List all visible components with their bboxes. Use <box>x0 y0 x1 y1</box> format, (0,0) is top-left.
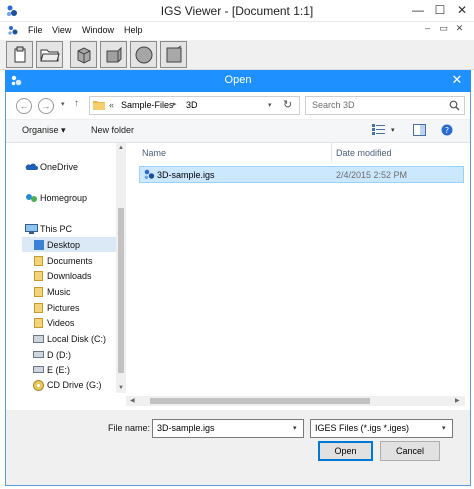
preview-pane-icon[interactable] <box>413 124 426 136</box>
view-plane-button[interactable] <box>160 41 187 68</box>
file-type-dropdown-icon[interactable]: ▾ <box>442 424 446 432</box>
scroll-up-icon[interactable]: ▲ <box>118 145 124 151</box>
dialog-title: Open <box>224 74 252 86</box>
nav-drive-d[interactable]: D (D:) <box>47 350 71 360</box>
organise-button[interactable]: Organise ▾ <box>22 125 66 136</box>
main-window-title: IGS Viewer - [Document 1:1] <box>160 4 314 18</box>
back-arrow-icon[interactable]: ← <box>16 98 32 114</box>
nav-onedrive[interactable]: OneDrive <box>40 162 78 172</box>
nav-homegroup[interactable]: Homegroup <box>40 193 87 203</box>
menu-file[interactable]: File <box>28 25 43 35</box>
nav-this-pc[interactable]: This PC <box>40 224 72 234</box>
breadcrumb-3d[interactable]: 3D <box>186 100 198 110</box>
refresh-icon[interactable]: ↻ <box>283 98 292 111</box>
up-arrow-icon[interactable]: ↑ <box>74 98 79 109</box>
menu-window[interactable]: Window <box>82 25 114 35</box>
nav-pictures[interactable]: Pictures <box>47 303 80 313</box>
drive-d-icon <box>33 351 44 358</box>
help-icon[interactable]: ? <box>441 124 453 136</box>
scroll-left-icon[interactable]: ◀ <box>130 397 135 404</box>
new-folder-button[interactable]: New folder <box>91 125 134 135</box>
nav-music[interactable]: Music <box>47 287 71 297</box>
breadcrumb-sample-files[interactable]: Sample-Files <box>121 100 174 110</box>
mdi-close-button[interactable]: ✕ <box>454 23 465 34</box>
igs-file-icon <box>144 169 155 179</box>
address-dropdown-icon[interactable]: ▾ <box>268 101 272 109</box>
nav-videos[interactable]: Videos <box>47 318 74 328</box>
file-list-scroll-thumb[interactable] <box>150 398 370 404</box>
cd-drive-icon <box>33 380 44 391</box>
view-dropdown-icon[interactable]: ▾ <box>391 126 395 134</box>
minimize-button[interactable]: — <box>411 3 425 17</box>
cube-icon <box>77 46 90 64</box>
cancel-button[interactable]: Cancel <box>380 441 440 461</box>
column-separator[interactable] <box>331 143 332 162</box>
nav-cd-drive-g[interactable]: CD Drive (G:) <box>47 380 102 390</box>
file-date-cell: 2/4/2015 2:52 PM <box>336 170 408 180</box>
recent-locations-chevron-icon[interactable]: ▾ <box>61 100 65 108</box>
downloads-icon <box>34 271 43 281</box>
search-placeholder: Search 3D <box>312 100 355 110</box>
documents-icon <box>34 256 43 266</box>
maximize-button[interactable]: ☐ <box>433 3 447 17</box>
menu-view[interactable]: View <box>52 25 71 35</box>
file-name-label: File name: <box>108 423 151 433</box>
column-header-name[interactable]: Name <box>142 148 166 158</box>
nav-downloads[interactable]: Downloads <box>47 271 92 281</box>
clipboard-icon <box>14 46 25 62</box>
column-header-date-modified[interactable]: Date modified <box>336 148 392 158</box>
desktop-icon <box>34 240 44 250</box>
nav-scroll-thumb[interactable] <box>118 208 124 373</box>
local-disk-icon <box>33 335 44 343</box>
homegroup-icon <box>26 194 37 202</box>
nav-drive-e[interactable]: E (E:) <box>47 365 70 375</box>
forward-arrow-icon[interactable]: → <box>38 98 54 114</box>
menu-help[interactable]: Help <box>124 25 143 35</box>
nav-desktop[interactable]: Desktop <box>47 240 80 250</box>
new-button[interactable] <box>6 41 33 68</box>
file-type-select[interactable]: IGES Files (*.igs *.iges) <box>310 419 453 438</box>
view-box-side-button[interactable] <box>100 41 127 68</box>
computer-icon <box>25 224 38 234</box>
file-name-cell: 3D-sample.igs <box>157 170 215 180</box>
close-button[interactable]: ✕ <box>455 3 469 17</box>
dialog-close-button[interactable]: ✕ <box>447 72 467 88</box>
view-box-front-button[interactable] <box>70 41 97 68</box>
scroll-down-icon[interactable]: ▼ <box>118 385 124 391</box>
scroll-right-icon[interactable]: ▶ <box>455 397 460 404</box>
mdi-minimize-button[interactable]: – <box>422 23 433 33</box>
file-name-input[interactable]: 3D-sample.igs <box>152 419 304 438</box>
breadcrumb-separator-icon: ▸ <box>173 101 177 108</box>
nav-local-disk-c[interactable]: Local Disk (C:) <box>47 334 106 344</box>
view-options-icon[interactable] <box>372 124 385 135</box>
svg-text:?: ? <box>445 126 449 135</box>
search-icon <box>449 100 460 111</box>
mdi-restore-button[interactable]: ▭ <box>438 23 449 34</box>
open-folder-button[interactable] <box>36 41 63 68</box>
sphere-icon <box>135 46 152 63</box>
plane-icon <box>166 45 181 62</box>
drive-e-icon <box>33 366 44 373</box>
videos-icon <box>34 318 43 328</box>
music-icon <box>34 287 43 297</box>
open-button[interactable]: Open <box>318 441 373 461</box>
folder-open-icon <box>39 49 60 61</box>
document-icon <box>8 26 18 35</box>
pictures-icon <box>34 303 43 313</box>
file-name-dropdown-icon[interactable]: ▾ <box>293 424 297 432</box>
onedrive-cloud-icon <box>25 163 38 170</box>
folder-icon <box>93 101 105 110</box>
command-bar <box>6 119 470 143</box>
nav-documents[interactable]: Documents <box>47 256 93 266</box>
breadcrumb-overflow[interactable]: « <box>109 100 114 110</box>
view-sphere-button[interactable] <box>130 41 157 68</box>
box-icon <box>106 46 121 62</box>
